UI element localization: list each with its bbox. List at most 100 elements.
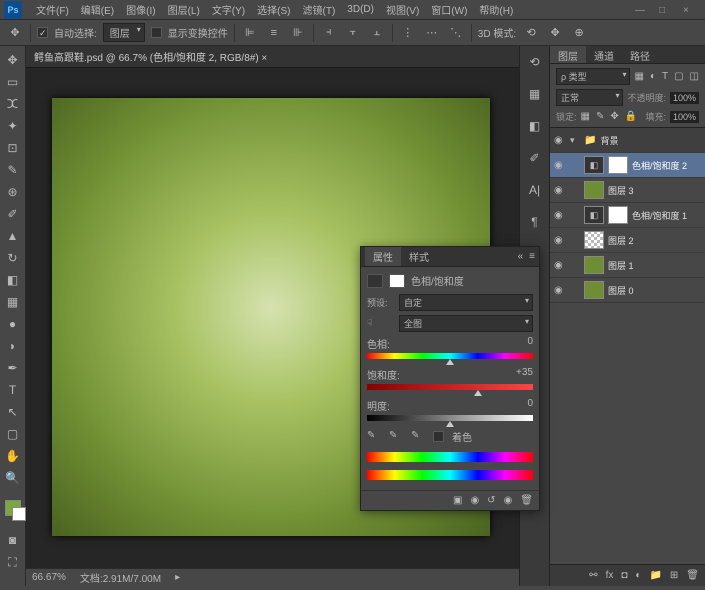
menu-select[interactable]: 选择(S) [251, 2, 296, 17]
tab-paths[interactable]: 路径 [622, 46, 658, 63]
finger-icon[interactable]: ☟ [367, 318, 393, 329]
zoom-tool[interactable]: 🔍 [2, 468, 24, 488]
zoom-level[interactable]: 66.67% [32, 572, 66, 583]
channel-dropdown[interactable]: 全图 [399, 315, 533, 332]
layer-name[interactable]: 图层 3 [608, 184, 634, 197]
paragraph-icon[interactable]: ¶ [525, 212, 545, 232]
color-swatches[interactable] [2, 498, 24, 518]
brush-tool[interactable]: ✐ [2, 204, 24, 224]
move-tool[interactable]: ✥ [2, 50, 24, 70]
3d-pan-icon[interactable]: ✥ [546, 24, 564, 42]
lasso-tool[interactable]: ⵋ [2, 94, 24, 114]
menu-filter[interactable]: 滤镜(T) [297, 2, 342, 17]
filter-pixel-icon[interactable]: ▦ [634, 71, 643, 82]
panel-menu-icon[interactable]: ≡ [529, 251, 535, 262]
shape-tool[interactable]: ▢ [2, 424, 24, 444]
eyedropper-tool[interactable]: ✎ [2, 160, 24, 180]
colorize-checkbox[interactable] [433, 431, 444, 442]
visibility-icon[interactable]: ◉ [504, 495, 513, 506]
layer-item[interactable]: ◉ ◧ 色相/饱和度 1 [550, 203, 705, 228]
tab-properties[interactable]: 属性 [365, 247, 401, 266]
dodge-tool[interactable]: ◗ [2, 336, 24, 356]
eyedropper-plus-icon[interactable]: ✎ [389, 430, 403, 444]
lock-position-icon[interactable]: ✥ [610, 111, 618, 122]
blend-mode-dropdown[interactable]: 正常 [556, 89, 623, 106]
type-tool[interactable]: T [2, 380, 24, 400]
layer-item[interactable]: ◉ 图层 1 [550, 253, 705, 278]
visibility-icon[interactable]: ◉ [554, 210, 566, 221]
document-tab[interactable]: 鳄鱼高跟鞋.psd @ 66.7% (色相/饱和度 2, RGB/8#) × [26, 46, 519, 68]
eyedropper-minus-icon[interactable]: ✎ [411, 430, 425, 444]
auto-select-checkbox[interactable] [37, 27, 48, 38]
3d-zoom-icon[interactable]: ⊕ [570, 24, 588, 42]
align-icon[interactable]: ⊫ [241, 24, 259, 42]
layer-name[interactable]: 图层 1 [608, 259, 634, 272]
fill-value[interactable]: 100% [670, 111, 699, 123]
new-layer-icon[interactable]: ⊞ [670, 570, 678, 581]
quickmask-tool[interactable]: ◙ [2, 530, 24, 550]
close-icon[interactable]: × [683, 5, 693, 15]
align-icon[interactable]: ⫠ [368, 24, 386, 42]
collapse-icon[interactable]: « [518, 251, 524, 262]
adjustment-icon[interactable]: ◐ [635, 570, 641, 581]
lightness-slider[interactable] [367, 415, 533, 421]
distribute-icon[interactable]: ⋱ [447, 24, 465, 42]
heal-tool[interactable]: ⊛ [2, 182, 24, 202]
distribute-icon[interactable]: ⋯ [423, 24, 441, 42]
visibility-icon[interactable]: ◉ [554, 285, 566, 296]
mask-icon[interactable]: ◘ [621, 570, 627, 581]
screenmode-tool[interactable]: ⛶ [2, 552, 24, 572]
link-icon[interactable]: ⚯ [589, 570, 597, 581]
hand-tool[interactable]: ✋ [2, 446, 24, 466]
preset-dropdown[interactable]: 自定 [399, 294, 533, 311]
filter-smart-icon[interactable]: ◫ [690, 71, 699, 82]
filter-type-icon[interactable]: T [662, 71, 668, 82]
hue-value[interactable]: 0 [527, 336, 533, 351]
blur-tool[interactable]: ● [2, 314, 24, 334]
layer-item[interactable]: ◉ 图层 2 [550, 228, 705, 253]
menu-layer[interactable]: 图层(L) [162, 2, 206, 17]
menu-file[interactable]: 文件(F) [30, 2, 75, 17]
distribute-icon[interactable]: ⋮ [399, 24, 417, 42]
eyedropper-icon[interactable]: ✎ [367, 430, 381, 444]
auto-select-dropdown[interactable]: 图层 [103, 23, 145, 42]
clip-icon[interactable]: ▣ [453, 495, 462, 506]
menu-edit[interactable]: 编辑(E) [75, 2, 120, 17]
gradient-tool[interactable]: ▦ [2, 292, 24, 312]
layer-name[interactable]: 色相/饱和度 1 [632, 209, 687, 222]
tab-channels[interactable]: 通道 [586, 46, 622, 63]
menu-image[interactable]: 图像(I) [120, 2, 161, 17]
hue-slider[interactable] [367, 353, 533, 359]
crop-tool[interactable]: ⊡ [2, 138, 24, 158]
saturation-value[interactable]: +35 [516, 367, 533, 382]
doc-info[interactable]: 文档:2.91M/7.00M [80, 570, 161, 585]
trash-icon[interactable]: 🗑 [686, 570, 699, 581]
layer-filter-dropdown[interactable]: ρ 类型 [556, 68, 630, 85]
visibility-icon[interactable]: ◉ [554, 235, 566, 246]
eraser-tool[interactable]: ◧ [2, 270, 24, 290]
menu-view[interactable]: 视图(V) [380, 2, 425, 17]
align-icon[interactable]: ⫟ [344, 24, 362, 42]
layer-item[interactable]: ◉ 图层 0 [550, 278, 705, 303]
tab-styles[interactable]: 样式 [401, 247, 437, 266]
trash-icon[interactable]: 🗑 [520, 495, 533, 506]
visibility-icon[interactable]: ◉ [554, 160, 566, 171]
visibility-icon[interactable]: ◉ [554, 135, 566, 146]
stamp-tool[interactable]: ▲ [2, 226, 24, 246]
align-icon[interactable]: ⫞ [320, 24, 338, 42]
pen-tool[interactable]: ✒ [2, 358, 24, 378]
path-tool[interactable]: ↖ [2, 402, 24, 422]
show-transform-checkbox[interactable] [151, 27, 162, 38]
group-icon[interactable]: 📁 [649, 570, 661, 581]
maximize-icon[interactable]: □ [659, 5, 669, 15]
lightness-value[interactable]: 0 [527, 398, 533, 413]
menu-type[interactable]: 文字(Y) [206, 2, 251, 17]
fx-icon[interactable]: fx [606, 570, 614, 581]
lock-all-icon[interactable]: 🔒 [625, 111, 637, 122]
visibility-icon[interactable]: ◉ [554, 185, 566, 196]
swatches-icon[interactable]: ▦ [525, 84, 545, 104]
previous-icon[interactable]: ◉ [470, 495, 479, 506]
filter-shape-icon[interactable]: ▢ [674, 71, 683, 82]
lock-transparent-icon[interactable]: ▦ [581, 111, 590, 122]
3d-orbit-icon[interactable]: ⟲ [522, 24, 540, 42]
